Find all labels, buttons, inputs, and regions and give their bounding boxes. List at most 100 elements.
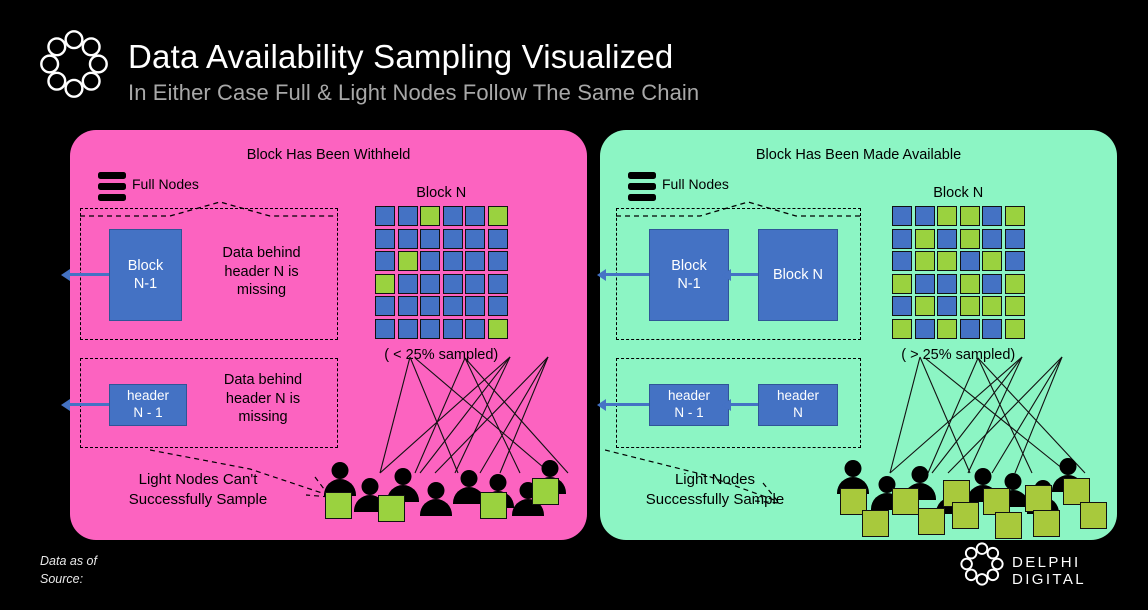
panel-withheld: Block Has Been Withheld Full Nodes Block… <box>61 130 587 540</box>
footer-source: Data as of Source: <box>40 552 97 588</box>
grid-cell <box>1004 228 1025 249</box>
header-arrow-n-to-n1 <box>722 398 758 411</box>
block-n-grid-withheld: Block N ( < 25% sampled) <box>375 185 508 363</box>
brand-wordmark: DELPHI DIGITAL <box>1012 554 1087 588</box>
header-line1: header <box>667 388 711 404</box>
full-node-note-withheld: Data behind header N is missing <box>189 244 334 300</box>
grid-cell <box>982 296 1002 316</box>
grid-cell <box>375 318 395 339</box>
sampling-network-lines-available <box>889 356 1086 474</box>
grid-cell <box>397 273 418 294</box>
grid-cell <box>1004 251 1025 271</box>
grid-cell <box>937 228 957 249</box>
sample-square <box>1080 502 1107 529</box>
chain-arrow-out <box>597 268 649 281</box>
grid-cell <box>397 318 418 339</box>
sample-square <box>480 492 507 519</box>
sample-square <box>995 512 1022 539</box>
label-line2: Successfully Sample <box>645 490 785 508</box>
sample-square <box>325 492 352 519</box>
delphi-ring-logo-icon <box>958 540 1006 588</box>
block-line1: Block <box>127 257 164 274</box>
grid-cell <box>420 206 440 226</box>
grid-cell <box>397 206 418 226</box>
grid-cell <box>914 273 935 294</box>
grid-cell <box>465 206 485 226</box>
block-line1: Block N <box>773 266 823 283</box>
grid-cell <box>442 206 463 226</box>
sample-square <box>952 502 979 529</box>
grid-cell <box>982 273 1002 294</box>
grid-cell <box>892 273 912 294</box>
block-line2: N-1 <box>133 276 158 292</box>
grid-cell <box>420 296 440 316</box>
grid-cell <box>397 251 418 271</box>
grid-cell <box>487 206 508 226</box>
header-arrow-out <box>61 398 109 411</box>
grid-cell <box>487 318 508 339</box>
light-node-header-box-available: header N - 1 header N <box>597 358 861 448</box>
full-node-chain-box-withheld: Block N-1 Data behind header N is missing <box>61 208 338 340</box>
delphi-ring-logo-icon <box>36 26 112 102</box>
grid-cell <box>420 228 440 249</box>
light-nodes-label-withheld: Light Nodes Can't Successfully Sample <box>88 470 308 509</box>
grid-cell <box>892 318 912 339</box>
block-line1: Block <box>671 257 707 274</box>
grid-cell <box>914 318 935 339</box>
footer-source-label: Source: <box>40 572 84 587</box>
grid-cell <box>914 251 935 271</box>
note-line3: missing <box>236 282 287 299</box>
chain-arrow-n-to-n1 <box>722 268 758 281</box>
grid-cell <box>1004 296 1025 316</box>
note-line3: missing <box>238 409 288 426</box>
grid-cell <box>442 273 463 294</box>
grid-cell <box>914 206 935 226</box>
grid-cell <box>892 251 912 271</box>
grid-cell <box>442 228 463 249</box>
grid-cell <box>1004 206 1025 226</box>
sample-grid <box>892 206 1025 339</box>
header-n-1: header N - 1 <box>109 384 187 426</box>
block-line2: N-1 <box>677 276 701 292</box>
sample-square <box>983 488 1010 515</box>
grid-caption: ( > 25% sampled) <box>901 346 1016 363</box>
stacked-bars-icon <box>628 172 656 202</box>
grid-cell <box>937 318 957 339</box>
grid-caption: ( < 25% sampled) <box>384 346 499 363</box>
sample-grid <box>375 206 508 339</box>
grid-cell <box>982 206 1002 226</box>
grid-cell <box>959 251 980 271</box>
sample-square <box>1033 510 1060 537</box>
grid-cell <box>465 273 485 294</box>
block-n-1: Block N-1 <box>649 229 729 321</box>
header-note-withheld: Data behind header N is missing <box>193 371 333 427</box>
header-line2: N - 1 <box>133 405 163 420</box>
grid-cell <box>959 273 980 294</box>
panel-title-available: Block Has Been Made Available <box>755 147 962 163</box>
grid-cell <box>959 318 980 339</box>
header-line1: header <box>776 388 820 404</box>
grid-cell <box>420 318 440 339</box>
grid-cell <box>982 318 1002 339</box>
sample-square <box>862 510 889 537</box>
grid-cell <box>465 228 485 249</box>
grid-cell <box>959 296 980 316</box>
full-node-chain-box-available: Block N-1 Block N <box>597 208 861 340</box>
grid-cell <box>420 251 440 271</box>
note-line2: header N is <box>224 263 299 280</box>
note-line2: header N is <box>225 390 301 407</box>
grid-cell <box>982 228 1002 249</box>
grid-cell <box>375 251 395 271</box>
page-title: Data Availability Sampling Visualized <box>128 38 674 75</box>
light-nodes-label-available: Light Nodes Successfully Sample <box>610 470 820 509</box>
grid-cell <box>937 273 957 294</box>
grid-cell <box>1004 318 1025 339</box>
full-nodes-label: Full Nodes <box>132 176 199 192</box>
grid-cell <box>982 251 1002 271</box>
grid-cell <box>914 228 935 249</box>
grid-cell <box>937 251 957 271</box>
note-line1: Data behind <box>222 245 301 261</box>
stacked-bars-icon <box>98 172 126 202</box>
grid-cell <box>375 206 395 226</box>
header-line1: header <box>126 388 170 404</box>
